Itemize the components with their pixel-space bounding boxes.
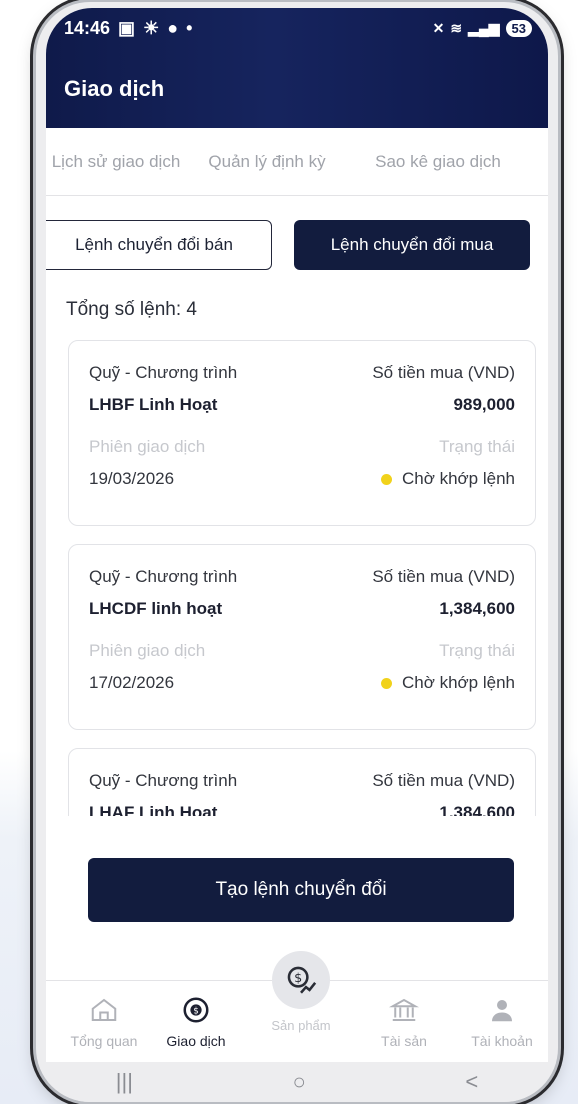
sell-conversion-button[interactable]: Lệnh chuyển đổi bán [46,220,272,270]
notification-dot-icon: • [186,17,193,38]
nav-label: Tài khoản [471,1033,533,1049]
nav-label: Tài sản [381,1033,427,1049]
session-label: Phiên giao dịch [89,437,206,456]
product-icon: $ [287,966,317,994]
status-label: Trạng thái [439,437,515,456]
recents-button[interactable]: ||| [116,1069,133,1095]
amount-value: 1,384,600 [439,599,515,618]
order-card[interactable]: Quỹ - Chương trình Số tiền mua (VND) LHA… [68,748,536,816]
fund-label: Quỹ - Chương trình [89,771,238,790]
status-dot-icon [380,473,392,485]
buy-conversion-button[interactable]: Lệnh chuyển đổi mua [294,220,530,270]
status-dot-icon [380,677,392,689]
tab-history[interactable]: Lịch sử giao dịch [46,150,186,173]
status-time: 14:46 [64,17,111,38]
tab-bar: Lịch sử giao dịch Quản lý định kỳ Sao kê… [46,128,548,196]
home-icon [91,998,117,1021]
total-orders: Tổng số lệnh: 4 [66,299,197,320]
system-nav-bar: ||| ○ < [36,1062,558,1102]
tab-statement[interactable]: Sao kê giao dịch [348,150,528,173]
nav-account[interactable]: Tài khoản [456,995,548,1049]
nav-products[interactable]: $ [272,951,330,1009]
tab-recurring[interactable]: Quản lý định kỳ [186,150,348,173]
nav-overview[interactable]: Tổng quan [58,995,150,1049]
nav-label: Sản phẩm [271,1018,331,1033]
app-screen: 14:46 ▣ ☀ ● • ✕ ≋ ▂▄▆ 53 Giao dịch Lịch … [46,8,548,1062]
signal-icon: ▂▄▆ [468,19,500,36]
app-header: 14:46 ▣ ☀ ● • ✕ ≋ ▂▄▆ 53 Giao dịch [46,8,548,128]
bottom-nav: Tổng quan $ Giao dịch $ Sản phẩm Tài sản… [46,951,548,1062]
fund-name: LHAF Linh Hoạt [89,803,218,816]
mute-icon: ✕ [432,19,445,36]
fund-label: Quỹ - Chương trình [89,363,238,382]
status-text: Chờ khớp lệnh [401,469,515,488]
back-button[interactable]: < [465,1069,478,1095]
brightness-icon: ☀ [143,17,160,38]
exchange-icon: $ [183,997,209,1023]
amount-value: 1,384,600 [439,803,515,816]
fund-name: LHBF Linh Hoạt [89,395,218,414]
page-title: Giao dịch [64,76,165,101]
nav-assets[interactable]: Tài sản [358,995,450,1049]
order-type-toggle: Lệnh chuyển đổi bán Lệnh chuyển đổi mua [46,196,548,282]
fund-name: LHCDF linh hoạt [89,599,223,618]
session-date: 17/02/2026 [89,673,175,692]
nav-label: Giao dịch [166,1033,226,1049]
battery-icon: 53 [505,19,532,37]
wifi-icon: ≋ [450,19,463,36]
amount-value: 989,000 [453,395,515,414]
status-badge: Chờ khớp lệnh [380,469,515,489]
amount-label: Số tiền mua (VND) [372,363,515,382]
fund-label: Quỹ - Chương trình [89,567,238,586]
status-label: Trạng thái [439,641,515,660]
phone-frame: 14:46 ▣ ☀ ● • ✕ ≋ ▂▄▆ 53 Giao dịch Lịch … [36,2,558,1102]
order-card[interactable]: Quỹ - Chương trình Số tiền mua (VND) LHB… [68,340,536,526]
message-icon: ▣ [118,17,136,38]
status-bar: 14:46 ▣ ☀ ● • ✕ ≋ ▂▄▆ 53 [64,14,532,42]
user-icon [492,1000,512,1022]
session-date: 19/03/2026 [89,469,175,488]
create-conversion-button[interactable]: Tạo lệnh chuyển đổi [88,858,514,922]
nav-label: Tổng quan [70,1033,138,1049]
status-text: Chờ khớp lệnh [401,673,515,692]
amount-label: Số tiền mua (VND) [372,771,515,790]
nav-transactions[interactable]: $ Giao dịch [150,995,242,1049]
order-list: Quỹ - Chương trình Số tiền mua (VND) LHB… [46,328,548,816]
amount-label: Số tiền mua (VND) [372,567,515,586]
order-card[interactable]: Quỹ - Chương trình Số tiền mua (VND) LHC… [68,544,536,730]
account-icon: ● [167,17,179,38]
svg-text:$: $ [294,971,302,986]
home-button[interactable]: ○ [293,1069,306,1095]
status-badge: Chờ khớp lệnh [380,673,515,693]
session-label: Phiên giao dịch [89,641,206,660]
bank-icon [389,998,419,1021]
svg-text:$: $ [193,1007,199,1017]
